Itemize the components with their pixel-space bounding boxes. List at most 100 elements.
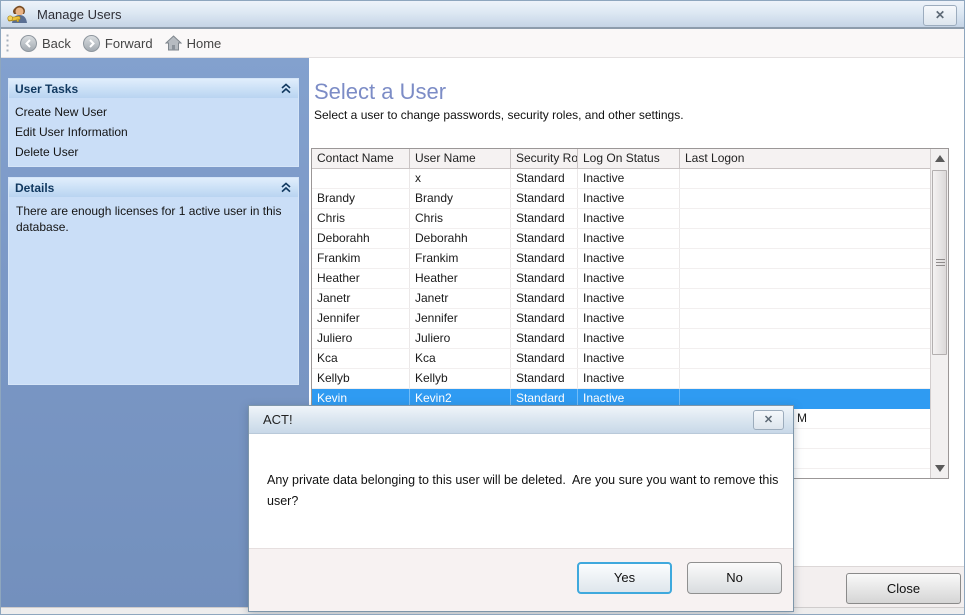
table-row[interactable]: JanetrJanetrStandardInactive [312, 289, 930, 309]
cell-contact-name: Chris [312, 209, 410, 228]
scrollbar-grip-icon [936, 259, 945, 268]
table-row[interactable]: ChrisChrisStandardInactive [312, 209, 930, 229]
details-header[interactable]: Details [9, 178, 298, 197]
title-bar: Manage Users ✕ [1, 1, 965, 29]
table-row[interactable]: JulieroJulieroStandardInactive [312, 329, 930, 349]
cell-last-logon [680, 369, 930, 388]
cell-security-role: Standard [511, 269, 578, 288]
cell-user-name: Janetr [410, 289, 511, 308]
close-button[interactable]: Close [846, 573, 961, 604]
table-vertical-scrollbar[interactable] [930, 149, 948, 478]
dialog-title: ACT! [263, 412, 293, 427]
column-header-log-on-status[interactable]: Log On Status [578, 149, 680, 168]
no-button[interactable]: No [687, 562, 782, 594]
yes-button[interactable]: Yes [577, 562, 672, 594]
table-row[interactable]: KellybKellybStandardInactive [312, 369, 930, 389]
table-row[interactable]: DeborahhDeborahhStandardInactive [312, 229, 930, 249]
column-header-user-name[interactable]: User Name [410, 149, 511, 168]
cell-last-logon [680, 289, 930, 308]
table-row[interactable]: HeatherHeatherStandardInactive [312, 269, 930, 289]
license-info-text: There are enough licenses for 1 active u… [15, 201, 298, 235]
cell-log-on-status: Inactive [578, 309, 680, 328]
cell-last-logon [680, 189, 930, 208]
cell-log-on-status: Inactive [578, 289, 680, 308]
cell-last-logon [680, 269, 930, 288]
cell-contact-name: Brandy [312, 189, 410, 208]
cell-security-role: Standard [511, 309, 578, 328]
back-button[interactable]: Back [17, 31, 80, 55]
column-header-security-role[interactable]: Security Role [511, 149, 578, 168]
manage-users-window: Manage Users ✕ Back Forward Home [0, 0, 965, 615]
cell-contact-name: Heather [312, 269, 410, 288]
cell-last-logon [680, 209, 930, 228]
forward-label: Forward [105, 36, 153, 51]
cell-log-on-status: Inactive [578, 189, 680, 208]
cell-security-role: Standard [511, 189, 578, 208]
cell-security-role: Standard [511, 289, 578, 308]
cell-log-on-status: Inactive [578, 229, 680, 248]
home-label: Home [187, 36, 222, 51]
column-header-contact-name[interactable]: Contact Name [312, 149, 410, 168]
home-icon [165, 35, 182, 51]
cell-user-name: Chris [410, 209, 511, 228]
scroll-up-arrow-icon[interactable] [935, 155, 945, 162]
cell-log-on-status: Inactive [578, 329, 680, 348]
page-subtitle: Select a user to change passwords, secur… [314, 108, 684, 122]
collapse-chevron-icon[interactable] [280, 83, 292, 94]
details-body: There are enough licenses for 1 active u… [9, 197, 298, 384]
cell-user-name: Juliero [410, 329, 511, 348]
page-title: Select a User [314, 79, 446, 105]
cell-security-role: Standard [511, 349, 578, 368]
confirm-delete-dialog: ACT! ✕ Any private data belonging to thi… [248, 405, 794, 612]
table-row[interactable]: xStandardInactive [312, 169, 930, 189]
sidebar-item-create-new-user[interactable]: Create New User [15, 102, 298, 122]
table-row[interactable]: FrankimFrankimStandardInactive [312, 249, 930, 269]
cell-log-on-status: Inactive [578, 369, 680, 388]
details-panel: Details There are enough licenses for 1 … [8, 177, 299, 385]
cell-contact-name: Deborahh [312, 229, 410, 248]
table-row[interactable]: BrandyBrandyStandardInactive [312, 189, 930, 209]
cell-log-on-status: Inactive [578, 269, 680, 288]
cell-contact-name: Frankim [312, 249, 410, 268]
cell-contact-name: Juliero [312, 329, 410, 348]
column-header-last-logon[interactable]: Last Logon [680, 149, 948, 168]
forward-icon [83, 35, 100, 52]
home-button[interactable]: Home [162, 31, 231, 55]
scroll-down-arrow-icon[interactable] [935, 465, 945, 472]
cell-user-name: Jennifer [410, 309, 511, 328]
user-tasks-panel: User Tasks Create New User Edit User Inf… [8, 78, 299, 167]
user-key-icon [6, 3, 32, 25]
cell-contact-name: Kellyb [312, 369, 410, 388]
collapse-chevron-icon[interactable] [280, 182, 292, 193]
cell-user-name: Heather [410, 269, 511, 288]
cell-contact-name: Jennifer [312, 309, 410, 328]
sidebar-item-delete-user[interactable]: Delete User [15, 142, 298, 162]
table-row[interactable]: KcaKcaStandardInactive [312, 349, 930, 369]
cell-log-on-status: Inactive [578, 169, 680, 188]
cell-last-logon [680, 169, 930, 188]
cell-security-role: Standard [511, 229, 578, 248]
cell-last-logon [680, 249, 930, 268]
cell-security-role: Standard [511, 169, 578, 188]
cell-last-logon [680, 349, 930, 368]
table-row[interactable]: JenniferJenniferStandardInactive [312, 309, 930, 329]
cell-log-on-status: Inactive [578, 249, 680, 268]
sidebar-item-edit-user-information[interactable]: Edit User Information [15, 122, 298, 142]
scrollbar-thumb[interactable] [932, 170, 947, 355]
dialog-close-button[interactable]: ✕ [753, 410, 784, 430]
dialog-footer: Yes No [249, 548, 793, 611]
cell-contact-name: Kca [312, 349, 410, 368]
user-tasks-header[interactable]: User Tasks [9, 79, 298, 98]
cell-user-name: Brandy [410, 189, 511, 208]
back-label: Back [42, 36, 71, 51]
dialog-title-bar: ACT! ✕ [249, 406, 793, 434]
window-close-button[interactable]: ✕ [923, 5, 957, 26]
cell-last-logon [680, 229, 930, 248]
cell-log-on-status: Inactive [578, 349, 680, 368]
cell-log-on-status: Inactive [578, 209, 680, 228]
cell-user-name: Frankim [410, 249, 511, 268]
table-header-row: Contact Name User Name Security Role Log… [312, 149, 948, 169]
cell-security-role: Standard [511, 369, 578, 388]
forward-button[interactable]: Forward [80, 31, 162, 55]
toolbar-grip-handle[interactable] [6, 33, 9, 53]
